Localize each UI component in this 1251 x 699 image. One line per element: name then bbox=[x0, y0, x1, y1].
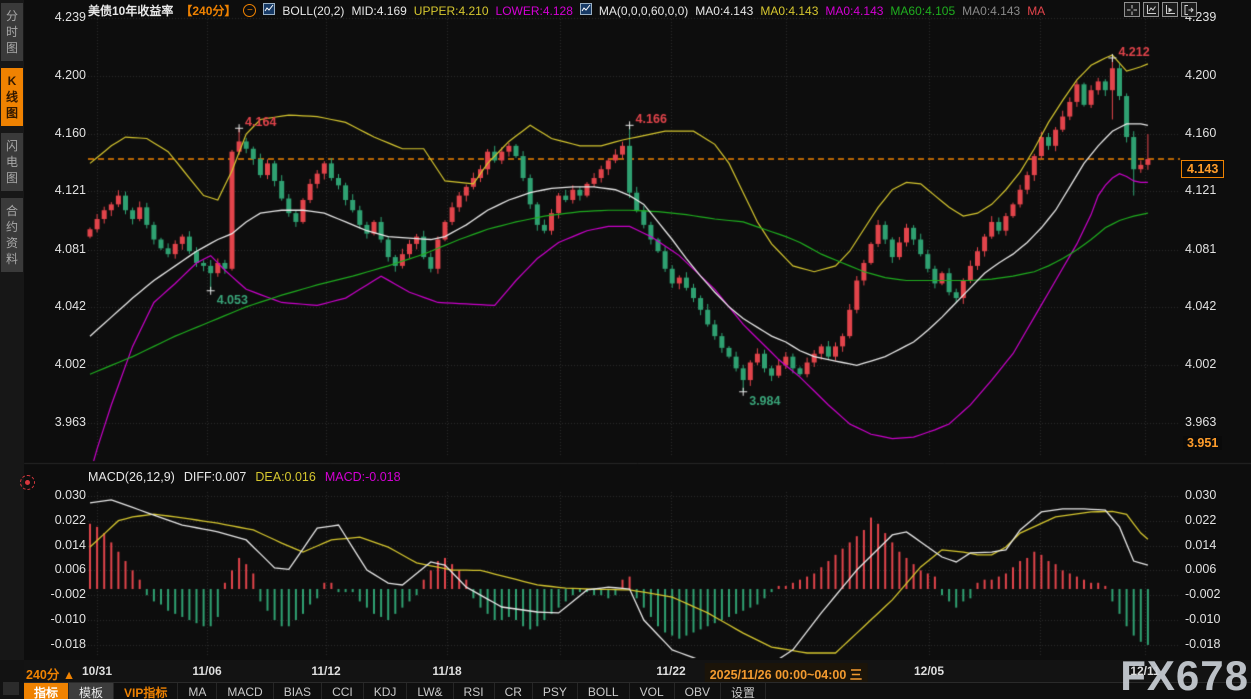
ma-label: MA(0,0,0,60,0,0) bbox=[599, 4, 688, 18]
macd-params-label: MACD(26,12,9) bbox=[88, 470, 175, 484]
ma-value: MA0:4.143 bbox=[825, 4, 883, 18]
boll-indicator-icon[interactable] bbox=[263, 3, 275, 18]
date-label: 11/18 bbox=[432, 664, 461, 678]
instrument-title: 美债10年收益率 bbox=[88, 3, 173, 18]
date-label: 11/22 bbox=[656, 664, 685, 678]
macd-axis-label: -0.010 bbox=[28, 612, 86, 626]
price-axis-label: 4.160 bbox=[28, 126, 86, 140]
price-axis-label: 4.121 bbox=[1185, 183, 1216, 197]
ma-value: MA bbox=[1027, 4, 1045, 18]
macd-diff-value: DIFF:0.007 bbox=[184, 470, 247, 484]
price-axis-label: 3.963 bbox=[1185, 415, 1216, 429]
time-axis-row: 240分 ▲ 10/31 11/06 11/12 11/18 11/22 12/05 12/… bbox=[24, 660, 1251, 682]
sidebar-tab-K线图[interactable]: K线图 bbox=[1, 68, 23, 126]
macd-axis-label: 0.006 bbox=[1185, 562, 1216, 576]
toolbar-item-RSI[interactable]: RSI bbox=[454, 683, 495, 699]
sidebar-tab-闪电图[interactable]: 闪电图 bbox=[1, 133, 23, 191]
price-axis-label: 4.042 bbox=[1185, 299, 1216, 313]
macd-axis-label: -0.002 bbox=[1185, 587, 1220, 601]
macd-axis-label: 0.022 bbox=[1185, 513, 1216, 527]
macd-axis-label: 0.022 bbox=[28, 513, 86, 527]
indicator-header: 美债10年收益率 【240分】 − BOLL(20,2) MID:4.169 U… bbox=[88, 3, 1119, 18]
boll-lower-value: LOWER:4.128 bbox=[496, 4, 573, 18]
macd-axis-label: -0.018 bbox=[1185, 637, 1220, 651]
toolbar-item-LW&[interactable]: LW& bbox=[407, 683, 453, 699]
price-axis-label: 4.002 bbox=[28, 357, 86, 371]
boll-upper-value: UPPER:4.210 bbox=[414, 4, 489, 18]
record-dot-icon[interactable] bbox=[20, 475, 35, 490]
macd-header: MACD(26,12,9) DIFF:0.007 DEA:0.016 MACD:… bbox=[88, 470, 401, 484]
price-axis-label: 4.081 bbox=[1185, 242, 1216, 256]
macd-macd-value: MACD:-0.018 bbox=[325, 470, 401, 484]
toolbar-item-OBV[interactable]: OBV bbox=[675, 683, 721, 699]
crosshair-icon[interactable] bbox=[1124, 2, 1140, 17]
macd-axis-label: 0.014 bbox=[28, 538, 86, 552]
toolbar-item-VOL[interactable]: VOL bbox=[630, 683, 675, 699]
toolbar-item-MA[interactable]: MA bbox=[178, 683, 217, 699]
macd-axis-label: 0.006 bbox=[28, 562, 86, 576]
macd-axis-label: -0.010 bbox=[1185, 612, 1220, 626]
main-chart-canvas[interactable] bbox=[0, 0, 1251, 699]
ma-value: MA0:4.143 bbox=[962, 4, 1020, 18]
date-label: 11/06 bbox=[192, 664, 221, 678]
exit-right-icon[interactable] bbox=[1181, 2, 1197, 17]
ma-indicator-icon[interactable] bbox=[580, 3, 592, 18]
date-label: 12/05 bbox=[914, 664, 944, 678]
price-axis-label: 4.239 bbox=[28, 10, 86, 24]
period-label: 【240分】 bbox=[180, 3, 236, 18]
corner-button[interactable] bbox=[3, 682, 19, 695]
toolbar-item-指标[interactable]: 指标 bbox=[24, 683, 69, 699]
current-price-badge: 4.143 bbox=[1181, 160, 1224, 178]
toolbar-item-BOLL[interactable]: BOLL bbox=[578, 683, 630, 699]
toolbar-item-CCI[interactable]: CCI bbox=[322, 683, 364, 699]
toolbar-item-设置[interactable]: 设置 bbox=[721, 683, 766, 699]
hovered-candle-date: 2025/11/26 00:00~04:00 三 bbox=[705, 663, 868, 684]
collapse-circle-icon[interactable]: − bbox=[243, 4, 256, 17]
toolbar-item-CR[interactable]: CR bbox=[495, 683, 533, 699]
toolbar-item-PSY[interactable]: PSY bbox=[533, 683, 578, 699]
macd-axis-label: 0.014 bbox=[1185, 538, 1216, 552]
chart-play-icon[interactable] bbox=[1162, 2, 1178, 17]
trading-app-window: 分时图 K线图闪电图合约资料 美债10年收益率 【240分】 − BOLL(20,… bbox=[0, 0, 1251, 699]
toolbar-item-KDJ[interactable]: KDJ bbox=[364, 683, 408, 699]
price-axis-label: 4.081 bbox=[28, 242, 86, 256]
price-axis-label: 3.963 bbox=[28, 415, 86, 429]
ma-value: MA0:4.143 bbox=[695, 4, 753, 18]
low-marker-badge: 3.951 bbox=[1183, 436, 1222, 450]
price-axis-label: 4.121 bbox=[28, 183, 86, 197]
price-axis-label: 4.160 bbox=[1185, 126, 1216, 140]
toolbar-item-BIAS[interactable]: BIAS bbox=[274, 683, 322, 699]
price-axis-label: 4.200 bbox=[28, 68, 86, 82]
ma-value: MA0:4.143 bbox=[760, 4, 818, 18]
sidebar-bottom-corner bbox=[0, 660, 24, 699]
toolbar-item-模板[interactable]: 模板 bbox=[69, 683, 114, 699]
date-label: 11/12 bbox=[311, 664, 340, 678]
price-axis-label: 4.002 bbox=[1185, 357, 1216, 371]
price-axis-label: 4.200 bbox=[1185, 68, 1216, 82]
price-axis-label: 4.042 bbox=[28, 299, 86, 313]
macd-axis-label: 0.030 bbox=[1185, 488, 1216, 502]
boll-label: BOLL(20,2) bbox=[282, 4, 344, 18]
date-label: 10/31 bbox=[82, 664, 112, 678]
macd-axis-label: 0.030 bbox=[28, 488, 86, 502]
toolbar-item-VIP指标[interactable]: VIP指标 bbox=[114, 683, 178, 699]
sidebar-tab-合约资料[interactable]: 合约资料 bbox=[1, 198, 23, 272]
macd-dea-value: DEA:0.016 bbox=[255, 470, 315, 484]
chart-prev-icon[interactable] bbox=[1143, 2, 1159, 17]
period-tick-label[interactable]: 240分 ▲ bbox=[26, 664, 75, 683]
date-label: 12/11 bbox=[1130, 664, 1159, 678]
boll-mid-value: MID:4.169 bbox=[351, 4, 406, 18]
macd-axis-label: -0.018 bbox=[28, 637, 86, 651]
chart-type-sidebar: 分时图 K线图闪电图合约资料 bbox=[0, 0, 24, 660]
toolbar-item-MACD[interactable]: MACD bbox=[217, 683, 273, 699]
macd-axis-label: -0.002 bbox=[28, 587, 86, 601]
ma-values: MA0:4.143 MA0:4.143 MA0:4.143 MA60:4.105 MA0… bbox=[695, 4, 1045, 18]
ma-value: MA60:4.105 bbox=[890, 4, 955, 18]
sidebar-tab-分时图[interactable]: 分时图 bbox=[1, 3, 23, 61]
indicator-toolbar: 指标模板VIP指标MAMACDBIASCCIKDJLW&RSICRPSYBOLL… bbox=[24, 682, 1251, 699]
chart-tool-icons bbox=[1124, 2, 1197, 17]
